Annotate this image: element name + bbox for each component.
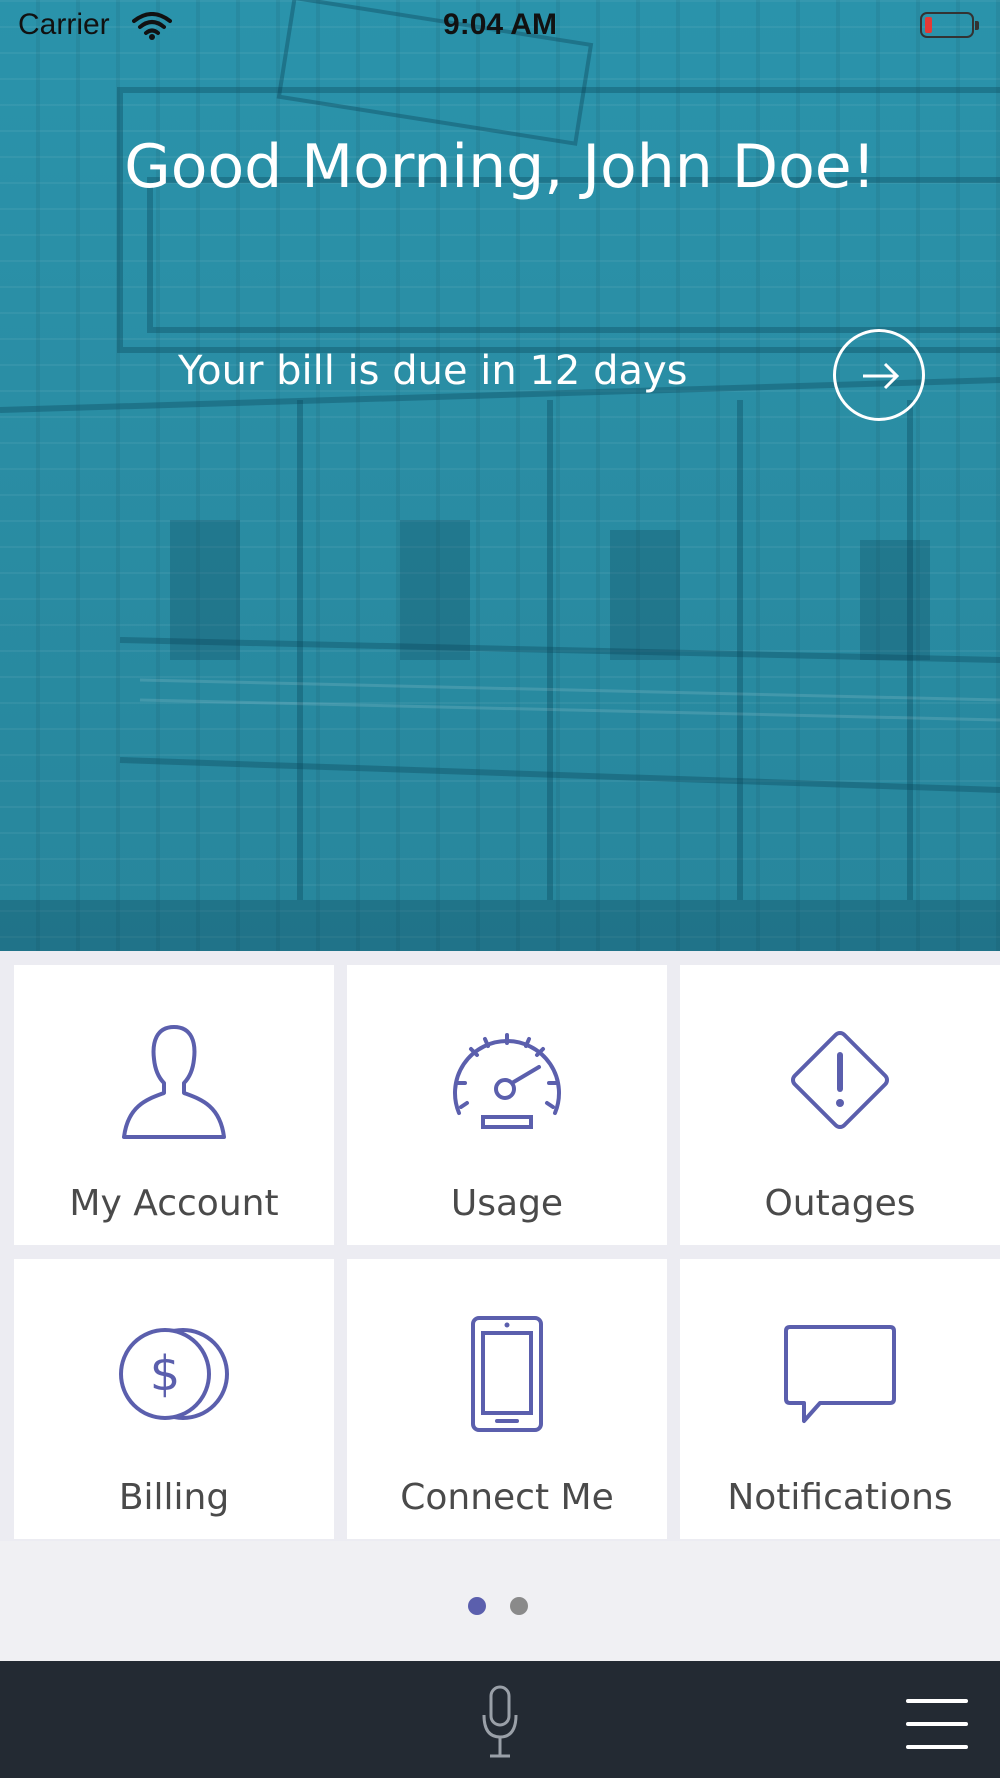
arrow-right-icon (863, 362, 900, 390)
page-dot-2[interactable] (510, 1597, 528, 1615)
person-icon (14, 1021, 334, 1139)
bill-arrow-button[interactable] (833, 329, 925, 421)
chat-bubble-icon (680, 1315, 1000, 1433)
dollar-coins-icon: $ (14, 1315, 334, 1433)
tile-outages[interactable]: Outages (680, 965, 1000, 1245)
tile-label: Usage (450, 1183, 564, 1224)
tile-my-account[interactable]: My Account (14, 965, 334, 1245)
greeting-title: Good Morning, John Doe! (124, 132, 876, 202)
tile-label: Outages (764, 1183, 916, 1224)
mobile-phone-icon (347, 1315, 667, 1433)
microphone-icon[interactable] (480, 1685, 520, 1765)
tile-notifications[interactable]: Notifications (680, 1259, 1000, 1539)
status-time: 9:04 AM (443, 8, 557, 41)
battery-icon (920, 12, 979, 38)
speedometer-icon (347, 1021, 667, 1139)
svg-text:$: $ (150, 1346, 181, 1402)
tile-usage[interactable]: Usage (347, 965, 667, 1245)
tile-billing[interactable]: $ Billing (14, 1259, 334, 1539)
tile-label: Notifications (727, 1477, 953, 1518)
hamburger-menu-icon[interactable] (906, 1699, 968, 1749)
tile-label: My Account (69, 1183, 279, 1224)
tile-connect-me[interactable]: Connect Me (347, 1259, 667, 1539)
page-indicator (0, 1541, 1000, 1661)
tile-label: Billing (118, 1477, 230, 1518)
bottom-toolbar (0, 1661, 1000, 1778)
page-dot-1[interactable] (468, 1597, 486, 1615)
hero-banner: Carrier 9:04 AM Good Morning, John Doe! … (0, 0, 1000, 951)
tile-label: Connect Me (400, 1477, 614, 1518)
status-bar: Carrier 9:04 AM (0, 0, 1000, 56)
warning-diamond-icon (680, 1021, 1000, 1139)
bill-due-message[interactable]: Your bill is due in 12 days (178, 348, 688, 394)
feature-grid: My Account Usage Outages $ Billing Conne… (0, 951, 1000, 1541)
